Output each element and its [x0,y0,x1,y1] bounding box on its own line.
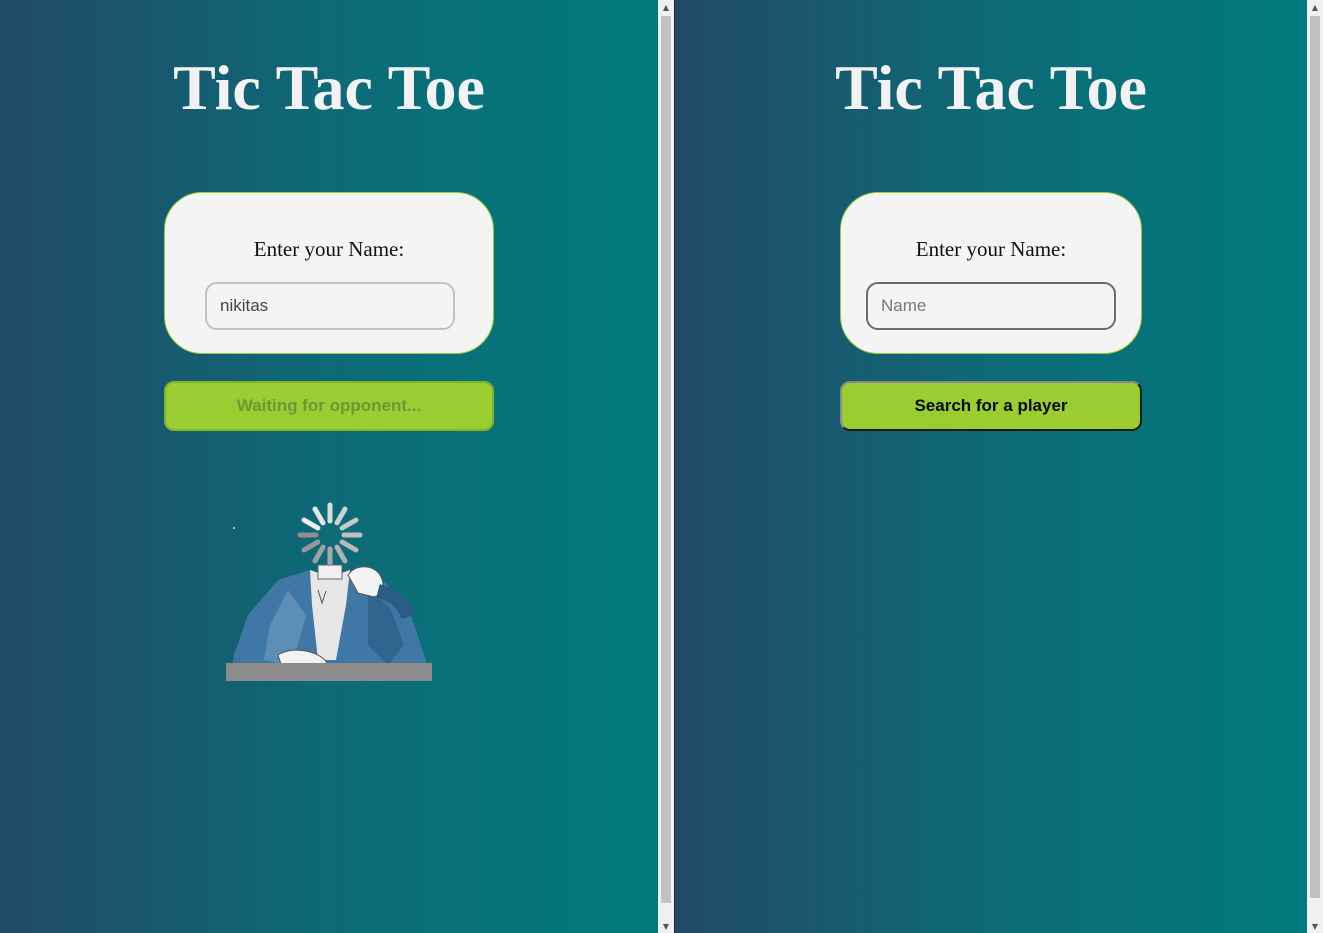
name-input[interactable] [866,282,1116,330]
name-label: Enter your Name: [253,237,405,261]
page-title: Tic Tac Toe [835,52,1147,123]
name-label: Enter your Name: [915,237,1067,261]
scroll-up-icon[interactable]: ▲ [1307,0,1323,14]
scroll-thumb[interactable] [661,16,671,903]
search-player-button[interactable]: Search for a player [840,381,1142,431]
name-card: Enter your Name: [840,192,1142,354]
right-scrollbar[interactable]: ▲ ▼ [1307,0,1323,933]
right-window: Tic Tac Toe Enter your Name: Search for … [675,0,1307,933]
waiting-illustration [226,502,432,681]
name-input[interactable] [205,282,455,330]
scroll-thumb[interactable] [1310,16,1320,898]
name-card: Enter your Name: [164,192,494,354]
scroll-up-icon[interactable]: ▲ [658,0,674,14]
waiting-button[interactable]: Waiting for opponent... [164,381,494,431]
spinner-icon [297,502,363,568]
page-title: Tic Tac Toe [173,52,485,123]
left-scrollbar[interactable]: ▲ ▼ [658,0,674,933]
scroll-down-icon[interactable]: ▼ [1307,919,1323,933]
scroll-down-icon[interactable]: ▼ [658,919,674,933]
left-window: Tic Tac Toe Enter your Name: Waiting for… [0,0,658,933]
